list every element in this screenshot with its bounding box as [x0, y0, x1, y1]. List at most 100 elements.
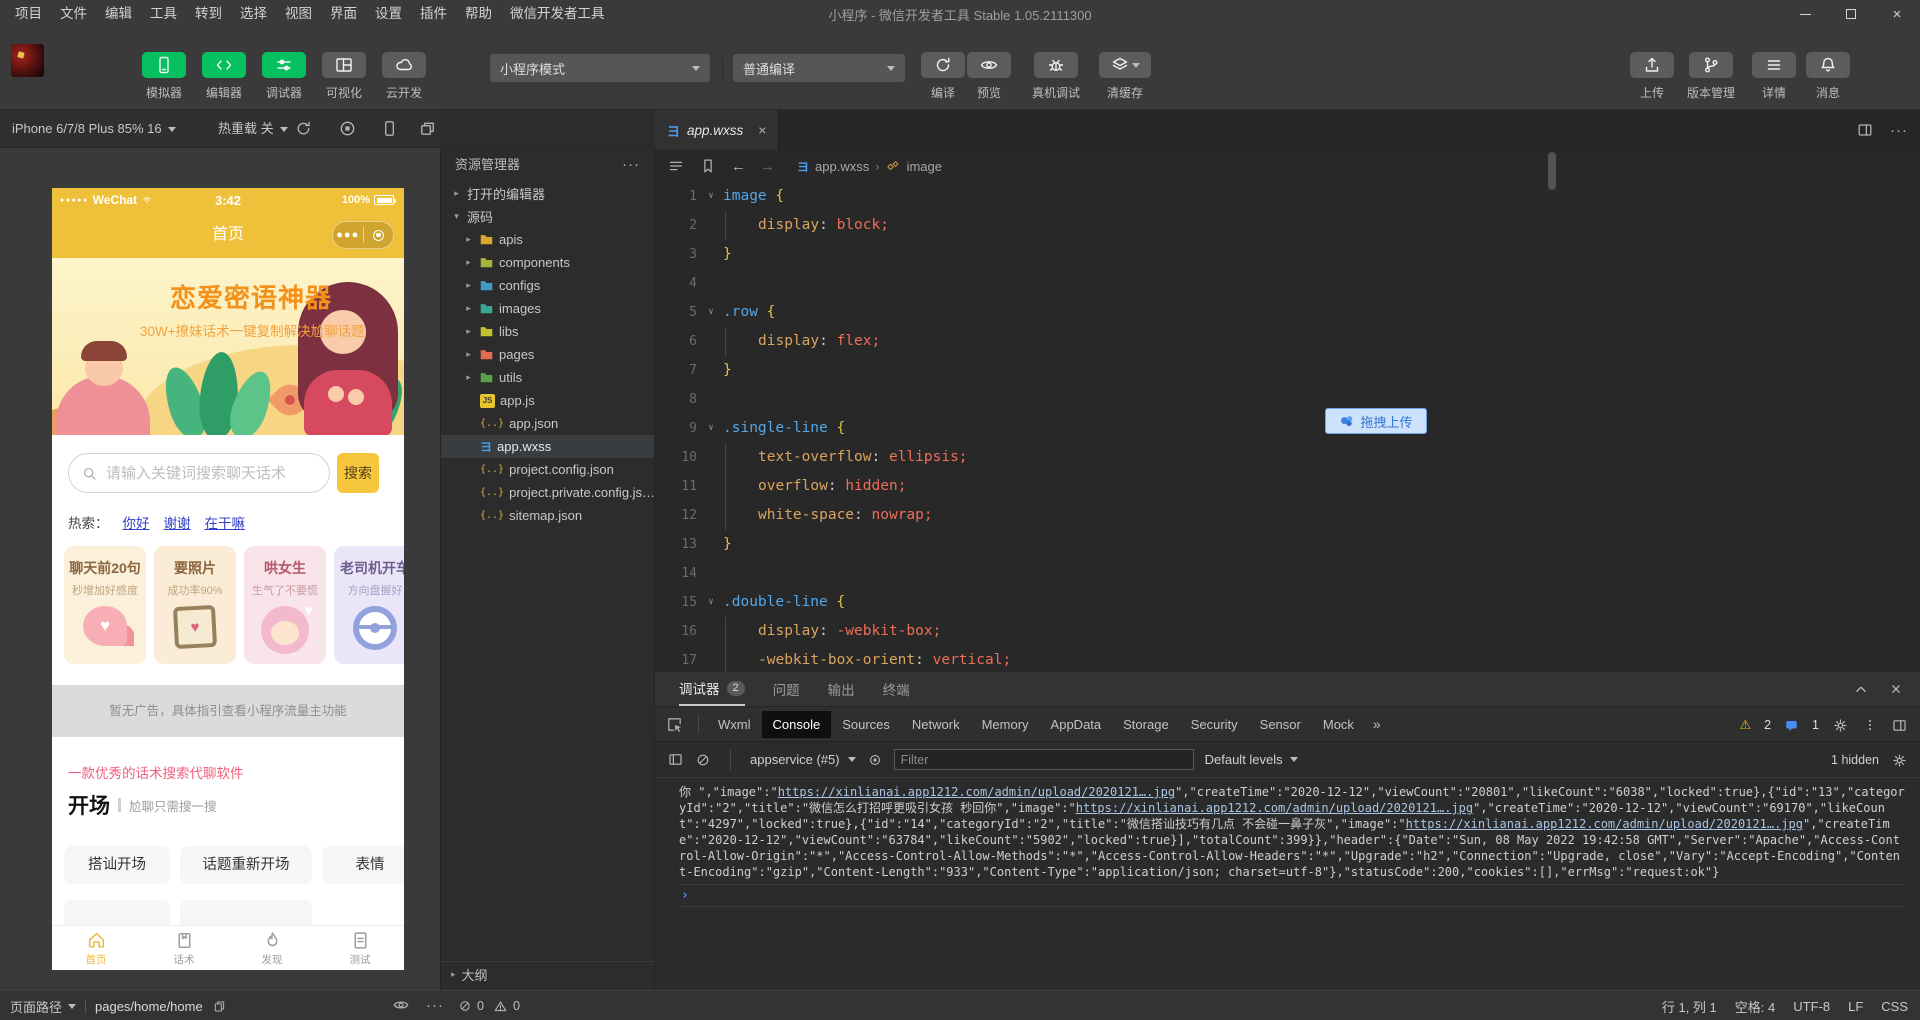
tree-file-app.js[interactable]: JS app.js	[441, 389, 654, 412]
more-tabs-icon[interactable]: »	[1365, 716, 1389, 732]
category-card-4[interactable]: 老司机开车 方向盘握好	[334, 546, 404, 664]
toolbar-button-bell[interactable]: 消息	[1802, 52, 1854, 101]
topic-button-2[interactable]: 话题重新开场	[180, 846, 312, 884]
toolbar-button-upload[interactable]: 上传	[1626, 52, 1678, 101]
outline-list-icon[interactable]	[667, 157, 685, 175]
category-card-3[interactable]: 哄女生 生气了不要慌 ♥	[244, 546, 326, 664]
outline-section[interactable]: ▸ 大纲	[441, 961, 654, 986]
code-line-2[interactable]: 2 display: block;	[655, 211, 1920, 240]
devtools-tab-appdata[interactable]: AppData	[1040, 711, 1113, 738]
tab-app-wxss[interactable]: ヨ app.wxss ×	[655, 110, 780, 150]
close-button[interactable]: ×	[1874, 0, 1920, 28]
tree-file-sitemap.json[interactable]: {..} sitemap.json	[441, 504, 654, 527]
statusbar-item-5[interactable]: CSS	[1881, 999, 1908, 1014]
panel-tab-terminal[interactable]: 终端	[883, 672, 910, 706]
toolbar-button-bug[interactable]: 真机调试	[1018, 52, 1094, 101]
devtools-tab-console[interactable]: Console	[761, 710, 832, 738]
clear-console-icon[interactable]	[695, 752, 711, 768]
dock-side-icon[interactable]	[1891, 717, 1908, 734]
phone-tab-doc[interactable]: 测试	[316, 926, 404, 970]
tree-folder-libs[interactable]: ▸ libs	[441, 320, 654, 343]
page-path-dropdown[interactable]: 页面路径	[10, 997, 77, 1016]
devtools-tab-memory[interactable]: Memory	[971, 711, 1040, 738]
topic-button-1[interactable]: 搭讪开场	[64, 846, 170, 884]
record-icon[interactable]	[338, 119, 357, 138]
log-levels-dropdown[interactable]: Default levels	[1205, 752, 1298, 767]
tree-folder-utils[interactable]: ▸ utils	[441, 366, 654, 389]
tree-folder-configs[interactable]: ▸ configs	[441, 274, 654, 297]
toolbar-button-layout[interactable]: 可视化	[316, 52, 372, 101]
devtools-tab-sources[interactable]: Sources	[831, 711, 901, 738]
toolbar-button-branch[interactable]: 版本管理	[1678, 52, 1744, 101]
code-line-7[interactable]: 7}	[655, 356, 1920, 385]
toolbar-button-sliders[interactable]: 调试器	[256, 52, 312, 101]
console-prompt[interactable]: ›	[679, 885, 1906, 907]
topic-button-3[interactable]: 表情	[322, 846, 404, 884]
console-output[interactable]: 你 ","image":"https://xinlianai.app1212.c…	[655, 778, 1920, 907]
menu-1[interactable]: 项目	[6, 0, 51, 28]
tree-section-source[interactable]: ▾ 源码	[441, 205, 654, 228]
fold-chevron-icon[interactable]: ∨	[699, 588, 723, 617]
console-settings-icon[interactable]	[1891, 752, 1908, 769]
toolbar-button-menu[interactable]: 详情	[1748, 52, 1800, 101]
maximize-button[interactable]	[1828, 0, 1874, 28]
menu-10[interactable]: 插件	[411, 0, 456, 28]
tree-folder-components[interactable]: ▸ components	[441, 251, 654, 274]
promo-link[interactable]: 一款优秀的话术搜索代聊软件	[68, 762, 244, 782]
phone-tab-flame[interactable]: 发现	[228, 926, 316, 970]
menu-9[interactable]: 设置	[366, 0, 411, 28]
mode-dropdown[interactable]: 小程序模式	[490, 54, 710, 82]
toolbar-button-refresh[interactable]: 编译	[920, 52, 966, 101]
split-editor-icon[interactable]	[1856, 121, 1874, 139]
project-avatar[interactable]	[11, 44, 44, 77]
rotate-icon[interactable]	[294, 119, 313, 138]
menu-12[interactable]: 微信开发者工具	[501, 0, 614, 28]
devtools-tab-security[interactable]: Security	[1180, 711, 1249, 738]
explorer-more-icon[interactable]: ···	[622, 148, 640, 182]
code-line-16[interactable]: 16 display: -webkit-box;	[655, 617, 1920, 646]
hot-reload-toggle[interactable]: 热重载 关	[218, 110, 288, 148]
phone-tab-home[interactable]: 首页	[52, 926, 140, 970]
console-filter-input[interactable]	[893, 749, 1194, 770]
code-line-15[interactable]: 15 ∨ .double-line {	[655, 588, 1920, 617]
statusbar-item-2[interactable]: 空格: 4	[1735, 997, 1775, 1016]
menu-2[interactable]: 文件	[51, 0, 96, 28]
menu-7[interactable]: 视图	[276, 0, 321, 28]
phone-tab-book[interactable]: 话术	[140, 926, 228, 970]
menu-6[interactable]: 选择	[231, 0, 276, 28]
devtools-tab-mock[interactable]: Mock	[1312, 711, 1365, 738]
eye-filter-icon[interactable]	[867, 752, 883, 768]
wechat-capsule[interactable]: ●●●	[332, 221, 394, 249]
multi-window-icon[interactable]	[418, 119, 437, 138]
statusbar-more-icon[interactable]: ···	[426, 991, 444, 1020]
inspect-element-icon[interactable]	[665, 715, 684, 734]
devtools-tab-wxml[interactable]: Wxml	[707, 711, 762, 738]
navigate-back-icon[interactable]: ←	[731, 158, 746, 175]
tree-folder-apis[interactable]: ▸ apis	[441, 228, 654, 251]
kebab-menu-icon[interactable]	[1862, 717, 1878, 733]
drag-upload-badge[interactable]: 拖拽上传	[1325, 408, 1427, 434]
toolbar-button-eye[interactable]: 预览	[966, 52, 1012, 101]
panel-tab-output[interactable]: 输出	[828, 672, 855, 706]
code-line-13[interactable]: 13}	[655, 530, 1920, 559]
tree-section-open-editors[interactable]: ▸ 打开的编辑器	[441, 182, 654, 205]
errors-icon[interactable]	[458, 999, 472, 1013]
search-button[interactable]: 搜索	[337, 453, 379, 493]
category-card-1[interactable]: 聊天前20句 秒增加好感度 ♥	[64, 546, 146, 664]
statusbar-item-3[interactable]: UTF-8	[1793, 999, 1830, 1014]
fold-chevron-icon[interactable]: ∨	[699, 182, 723, 211]
tree-file-app.wxss[interactable]: ヨ app.wxss	[441, 435, 654, 458]
toolbar-button-code[interactable]: 编辑器	[196, 52, 252, 101]
close-panel-icon[interactable]	[1888, 681, 1904, 697]
tree-file-app.json[interactable]: {..} app.json	[441, 412, 654, 435]
menu-8[interactable]: 界面	[321, 0, 366, 28]
tree-folder-images[interactable]: ▸ images	[441, 297, 654, 320]
breadcrumb-file[interactable]: app.wxss	[815, 159, 869, 174]
editor-more-icon[interactable]: ···	[1890, 122, 1908, 139]
fold-chevron-icon[interactable]: ∨	[699, 414, 723, 443]
devtools-tab-network[interactable]: Network	[901, 711, 971, 738]
tree-file-project.private.config.js[interactable]: {..} project.private.config.js…	[441, 481, 654, 504]
message-bubble-icon[interactable]	[1784, 718, 1799, 733]
panel-tab-problems[interactable]: 问题	[773, 672, 800, 706]
code-line-14[interactable]: 14	[655, 559, 1920, 588]
